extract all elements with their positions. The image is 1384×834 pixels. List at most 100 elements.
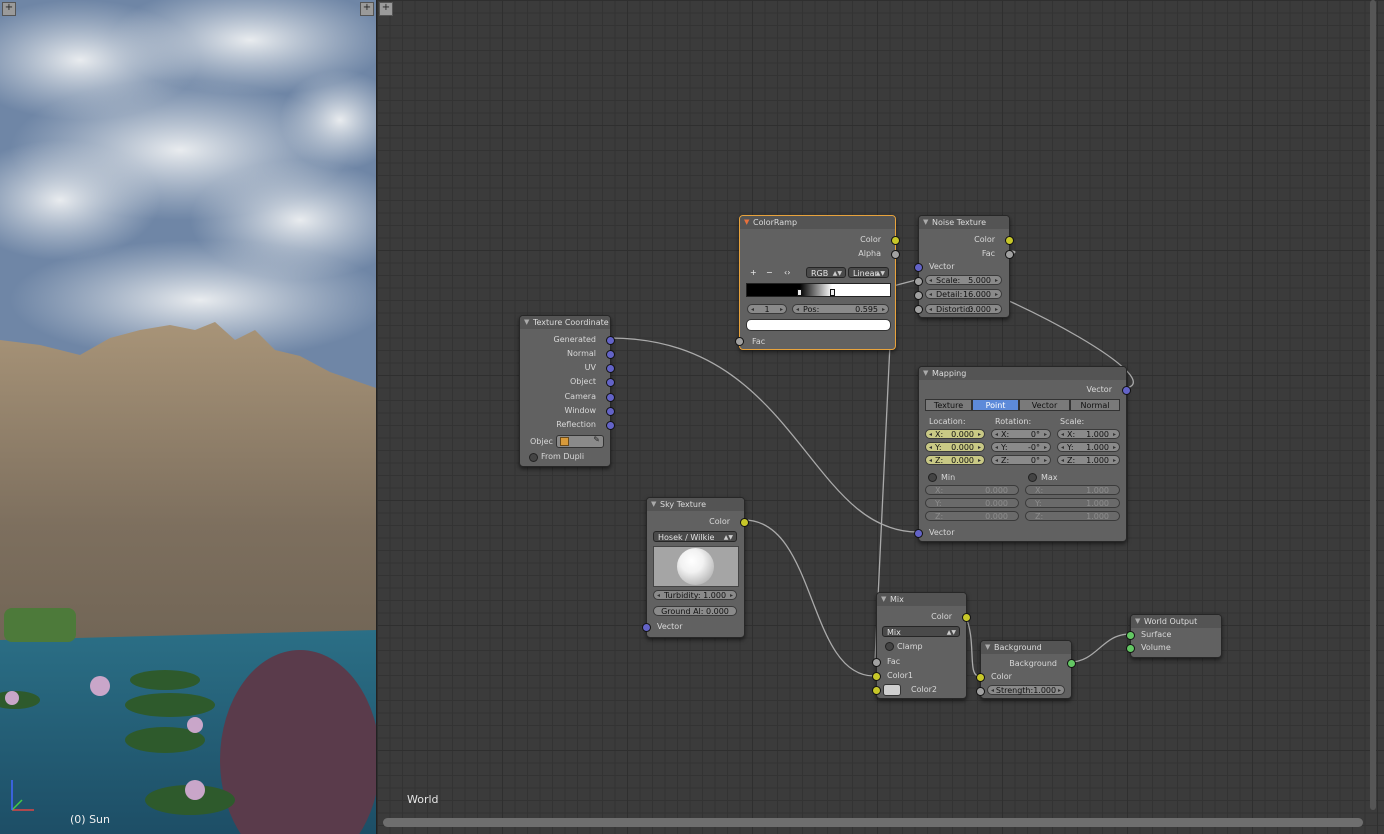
interpolation-select[interactable]: Linear ▲▼ (848, 267, 889, 278)
object-picker-field[interactable]: ✎ (556, 435, 604, 448)
location-x-field[interactable]: ◂ X: 0.000 ▸ (925, 429, 985, 439)
sky-output-color-socket[interactable] (740, 518, 749, 527)
noise-header[interactable]: ▼ Noise Texture (919, 216, 1009, 229)
background-input-color-socket[interactable] (976, 673, 985, 682)
background-node[interactable]: ▼ Background Background Color ◂ Strength:1… (976, 640, 1076, 699)
mapping-node[interactable]: ▼ Mapping Vector Texture Point Vector Nor… (914, 366, 1131, 542)
noise-distortion-field[interactable]: ◂ Distortio: 0.000 ▸ (925, 304, 1002, 314)
min-x-field[interactable]: X: 0.000 (925, 485, 1019, 495)
background-output-socket[interactable] (1067, 659, 1076, 668)
world-output-surface-socket[interactable] (1126, 631, 1135, 640)
remove-stop-button[interactable]: − (766, 268, 773, 277)
add-stop-button[interactable]: + (750, 268, 757, 277)
horizontal-scrollbar[interactable] (383, 818, 1363, 827)
max-x-field[interactable]: X: 1.000 (1025, 485, 1120, 495)
colorramp-output-color-socket[interactable] (891, 236, 900, 245)
sun-direction-sphere[interactable] (677, 548, 714, 585)
world-output-volume-socket[interactable] (1126, 644, 1135, 653)
active-stop-index-field[interactable]: ◂ 1 ▸ (747, 304, 787, 314)
scale-y-field[interactable]: ◂ Y: 1.000 ▸ (1057, 442, 1120, 452)
min-y-field[interactable]: Y: 0.000 (925, 498, 1019, 508)
noise-output-color-socket[interactable] (1005, 236, 1014, 245)
mapping-type-tab-vector[interactable]: Vector (1019, 399, 1070, 411)
texcoord-window-socket[interactable] (606, 407, 615, 416)
collapse-arrow-icon[interactable]: ▼ (881, 593, 886, 606)
mapping-input-vector-socket[interactable] (914, 529, 923, 538)
color-ramp-gradient[interactable] (746, 283, 891, 297)
texcoord-header[interactable]: ▼ Texture Coordinate (520, 316, 610, 329)
collapse-arrow-icon[interactable]: ▼ (985, 641, 990, 654)
sky-input-vector-socket[interactable] (642, 623, 651, 632)
sky-header[interactable]: ▼ Sky Texture (647, 498, 744, 511)
collapse-arrow-icon[interactable]: ▼ (744, 216, 749, 229)
mapping-type-tab-normal[interactable]: Normal (1070, 399, 1120, 411)
mix-output-color-socket[interactable] (962, 613, 971, 622)
texcoord-reflection-socket[interactable] (606, 421, 615, 430)
mix-node[interactable]: ▼ Mix Color Mix ▲▼ Clamp Fac Color1 Color2 (872, 592, 971, 699)
colorramp-output-alpha-socket[interactable] (891, 250, 900, 259)
noise-texture-node[interactable]: ▼ Noise Texture Color Fac Vector ◂ Scale: 5… (914, 215, 1014, 318)
max-z-field[interactable]: Z: 1.000 (1025, 511, 1120, 521)
texcoord-camera-socket[interactable] (606, 393, 615, 402)
noise-scale-socket[interactable] (914, 277, 923, 286)
mix-input-fac-socket[interactable] (872, 658, 881, 667)
stop-position-field[interactable]: ◂ Pos: 0.595 ▸ (792, 304, 889, 314)
background-header[interactable]: ▼ Background (981, 641, 1071, 654)
vertical-scrollbar[interactable] (1370, 0, 1376, 810)
clamp-checkbox[interactable] (885, 642, 894, 651)
noise-detail-socket[interactable] (914, 291, 923, 300)
mapping-output-vector-socket[interactable] (1122, 386, 1131, 395)
mix-input-color1-socket[interactable] (872, 672, 881, 681)
noise-input-vector-socket[interactable] (914, 263, 923, 272)
mix-header[interactable]: ▼ Mix (877, 593, 966, 606)
noise-scale-field[interactable]: ◂ Scale: 5.000 ▸ (925, 275, 1002, 285)
rotation-z-field[interactable]: ◂ Z: 0° ▸ (991, 455, 1051, 465)
area-split-handle-right[interactable]: + (360, 2, 374, 16)
texture-coordinate-node[interactable]: ▼ Texture Coordinate Generated Normal UV … (519, 315, 615, 467)
collapse-arrow-icon[interactable]: ▼ (651, 498, 656, 511)
world-output-node[interactable]: ▼ World Output Surface Volume (1126, 614, 1222, 658)
colorramp-node[interactable]: ▼ ColorRamp Color Alpha + − ‹› RGB ▲▼ Line… (735, 215, 900, 350)
color2-swatch[interactable] (883, 684, 901, 696)
rotation-y-field[interactable]: ◂ Y: -0° ▸ (991, 442, 1051, 452)
mix-input-color2-socket[interactable] (872, 686, 881, 695)
mapping-header[interactable]: ▼ Mapping (919, 367, 1126, 380)
noise-output-fac-socket[interactable] (1005, 250, 1014, 259)
color-mode-select[interactable]: RGB ▲▼ (806, 267, 846, 278)
colorramp-header[interactable]: ▼ ColorRamp (740, 216, 895, 229)
eyedropper-icon[interactable]: ✎ (593, 435, 600, 444)
background-strength-socket[interactable] (976, 687, 985, 696)
collapse-arrow-icon[interactable]: ▼ (923, 367, 928, 380)
ground-albedo-field[interactable]: Ground Al: 0.000 (653, 606, 737, 616)
ramp-stop-handle-0[interactable] (797, 289, 802, 296)
location-y-field[interactable]: ◂ Y: 0.000 ▸ (925, 442, 985, 452)
mapping-type-tab-texture[interactable]: Texture (925, 399, 972, 411)
collapse-arrow-icon[interactable]: ▼ (923, 216, 928, 229)
texcoord-object-socket[interactable] (606, 378, 615, 387)
location-z-field[interactable]: ◂ Z: 0.000 ▸ (925, 455, 985, 465)
rotation-x-field[interactable]: ◂ X: 0° ▸ (991, 429, 1051, 439)
blend-mode-select[interactable]: Mix ▲▼ (882, 626, 960, 637)
collapse-arrow-icon[interactable]: ▼ (524, 316, 529, 329)
texcoord-uv-socket[interactable] (606, 364, 615, 373)
mapping-type-tab-point[interactable]: Point (972, 399, 1019, 411)
from-dupli-checkbox[interactable] (529, 453, 538, 462)
max-y-field[interactable]: Y: 1.000 (1025, 498, 1120, 508)
scale-z-field[interactable]: ◂ Z: 1.000 ▸ (1057, 455, 1120, 465)
sky-texture-node[interactable]: ▼ Sky Texture Color Hosek / Wilkie ▲▼ ◂ Tur… (642, 497, 749, 638)
noise-detail-field[interactable]: ◂ Detail: 16.000 ▸ (925, 289, 1002, 299)
use-max-checkbox[interactable] (1028, 473, 1037, 482)
colorramp-input-fac-socket[interactable] (735, 337, 744, 346)
ramp-stop-handle-1[interactable] (830, 289, 835, 296)
world-output-header[interactable]: ▼ World Output (1131, 615, 1221, 628)
scale-x-field[interactable]: ◂ X: 1.000 ▸ (1057, 429, 1120, 439)
turbidity-field[interactable]: ◂ Turbidity: 1.000 ▸ (653, 590, 737, 600)
3d-viewport[interactable]: + + (0) Sun (0, 0, 376, 834)
flip-ramp-button[interactable]: ‹› (784, 268, 790, 277)
noise-distortion-socket[interactable] (914, 305, 923, 314)
use-min-checkbox[interactable] (928, 473, 937, 482)
area-split-handle-left[interactable]: + (2, 2, 16, 16)
texcoord-generated-socket[interactable] (606, 336, 615, 345)
min-z-field[interactable]: Z: 0.000 (925, 511, 1019, 521)
sun-direction-widget[interactable] (653, 546, 739, 587)
